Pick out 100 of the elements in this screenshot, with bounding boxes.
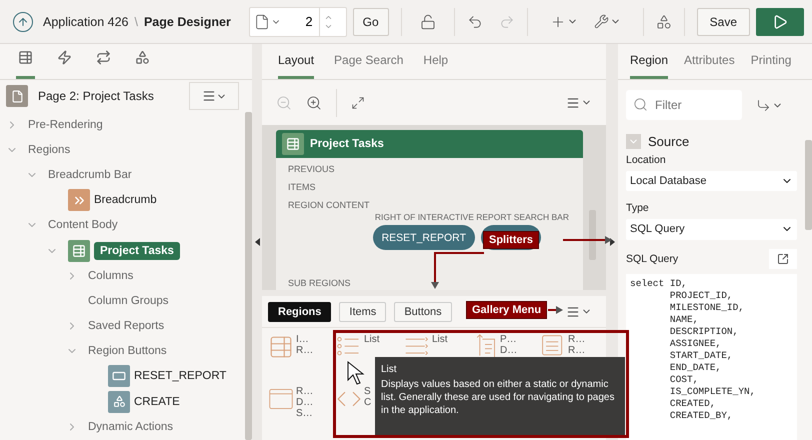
gallery-tab[interactable]: Buttons xyxy=(394,302,452,322)
slot-label: ITEMS xyxy=(287,181,317,194)
menu-icon xyxy=(566,304,580,318)
gallery-item-label[interactable]: S… xyxy=(296,408,313,419)
page-title: Page Designer xyxy=(144,14,231,28)
location-select[interactable]: Local Database xyxy=(626,171,797,192)
utilities-menu-button[interactable] xyxy=(594,14,621,29)
tooltip-title: List xyxy=(381,363,398,376)
tree-item[interactable]: Breadcrumb xyxy=(94,194,157,206)
gallery-item-label[interactable]: List xyxy=(364,334,380,345)
play-icon xyxy=(772,14,788,30)
button-icon xyxy=(108,365,130,388)
shapes-icon xyxy=(108,390,130,413)
expand-icon xyxy=(351,96,365,110)
open-editor-button[interactable] xyxy=(769,248,797,269)
lightning-icon xyxy=(57,50,72,65)
arrow xyxy=(431,252,484,289)
menu-button[interactable] xyxy=(189,82,239,110)
type-select[interactable]: SQL Query xyxy=(626,219,797,240)
zoom-out-icon xyxy=(276,94,292,110)
scrollbar[interactable] xyxy=(245,112,252,440)
tab[interactable]: Attributes xyxy=(684,53,735,79)
gallery-item-label[interactable]: R… xyxy=(296,345,314,356)
field-label: SQL Query xyxy=(626,252,678,265)
expand-arrow-icon[interactable] xyxy=(610,238,614,246)
tree-item[interactable]: Saved Reports xyxy=(88,320,164,332)
page-icon xyxy=(6,85,28,107)
tab[interactable]: Printing xyxy=(750,53,792,79)
scrollbar[interactable] xyxy=(589,210,596,260)
gallery-item-label[interactable]: C xyxy=(364,397,372,408)
gallery-item-label[interactable]: P… xyxy=(500,334,517,345)
tree-item[interactable]: Breadcrumb Bar xyxy=(48,168,132,181)
expand-button[interactable] xyxy=(351,96,365,110)
tree-item[interactable]: Column Groups xyxy=(88,294,169,307)
zoom-in-button[interactable] xyxy=(306,94,322,110)
region-button[interactable]: RESET_REPORT xyxy=(372,225,475,250)
tree-item[interactable]: CREATE xyxy=(134,396,180,408)
report-icon xyxy=(68,240,90,262)
page-number-field[interactable]: 2 xyxy=(284,13,319,30)
save-button[interactable]: Save xyxy=(696,8,750,36)
gallery-item-label[interactable]: List xyxy=(432,334,448,345)
code-editor[interactable]: select ID, PROJECT_ID, MILESTONE_ID, NAME, DESCRIPTION, ASSIGNEE, START_DATE, END_DATE, COST, IS_COMPLETE_YN, CREATED, CREATED_BY, xyxy=(626,274,797,440)
breadcrumb-link[interactable]: Application 426 xyxy=(43,14,128,28)
tab[interactable]: Help xyxy=(423,53,448,79)
menu-icon xyxy=(202,89,216,103)
repeat-icon xyxy=(96,50,111,65)
collapse-arrow-icon[interactable] xyxy=(254,238,260,246)
page-node[interactable]: Page 2: Project Tasks xyxy=(38,89,183,103)
tab[interactable]: Region xyxy=(630,53,668,79)
gallery-tab[interactable]: Regions xyxy=(268,302,332,322)
gallery-menu-button[interactable] xyxy=(566,304,592,318)
shapes-icon xyxy=(135,50,150,65)
slot-label: PREVIOUS xyxy=(287,163,336,176)
gallery-item-label[interactable]: S xyxy=(364,386,371,397)
redo-icon xyxy=(498,14,515,30)
page-icon xyxy=(254,14,270,30)
zoom-in-icon xyxy=(306,94,322,110)
report-icon xyxy=(282,133,304,155)
tree-item[interactable]: Regions xyxy=(28,144,70,156)
rendering-tab[interactable] xyxy=(16,50,35,79)
gallery-tab[interactable]: Items xyxy=(339,302,386,322)
tab[interactable]: Layout xyxy=(278,53,314,79)
up-button[interactable] xyxy=(13,12,33,32)
gallery-item-label[interactable]: D… xyxy=(500,345,518,356)
go-button[interactable]: Go xyxy=(352,8,389,36)
lock-button[interactable] xyxy=(420,14,436,30)
tree-item[interactable]: RESET_REPORT xyxy=(134,370,226,382)
breadcrumb-separator: \ xyxy=(134,14,138,28)
table-icon xyxy=(18,50,33,65)
run-button[interactable] xyxy=(756,8,804,36)
section-title: Source xyxy=(648,134,690,149)
tree-item[interactable]: Region Buttons xyxy=(88,345,167,358)
filter-field[interactable]: Filter xyxy=(626,90,742,120)
menu-icon xyxy=(566,96,580,110)
gallery-item-label[interactable]: R… xyxy=(296,386,314,397)
slot-label: RIGHT OF INTERACTIVE REPORT SEARCH BAR xyxy=(374,212,569,222)
field-label: Type xyxy=(626,202,650,214)
annotation-tooltip: Splitters xyxy=(483,231,540,249)
tree-item[interactable]: Project Tasks xyxy=(94,242,180,260)
annotation-tooltip: Gallery Menu xyxy=(466,301,548,319)
gallery-item-label[interactable]: R… xyxy=(568,345,586,356)
arrow-up-icon xyxy=(17,16,29,28)
gallery-item-label[interactable]: D… xyxy=(296,397,314,408)
tree-item[interactable]: Columns xyxy=(88,270,134,282)
gallery-item-label[interactable]: R… xyxy=(568,334,586,345)
scrollbar[interactable] xyxy=(805,140,812,230)
search-icon xyxy=(633,97,648,112)
gallery-item-label[interactable]: I… xyxy=(296,334,309,345)
tree-item[interactable]: Pre-Rendering xyxy=(28,118,103,131)
layout-menu-button[interactable] xyxy=(566,96,592,110)
slot-label: REGION CONTENT xyxy=(287,199,371,212)
arrow xyxy=(563,236,612,244)
undo-button[interactable] xyxy=(466,14,483,30)
lock-icon xyxy=(420,14,436,30)
shared-components-button[interactable] xyxy=(656,14,672,30)
tree-item[interactable]: Content Body xyxy=(48,219,118,232)
breadcrumb-icon xyxy=(68,189,90,212)
tree-item[interactable]: Dynamic Actions xyxy=(88,420,174,433)
tab[interactable]: Page Search xyxy=(334,53,404,79)
go-to-group-button[interactable] xyxy=(756,98,783,112)
